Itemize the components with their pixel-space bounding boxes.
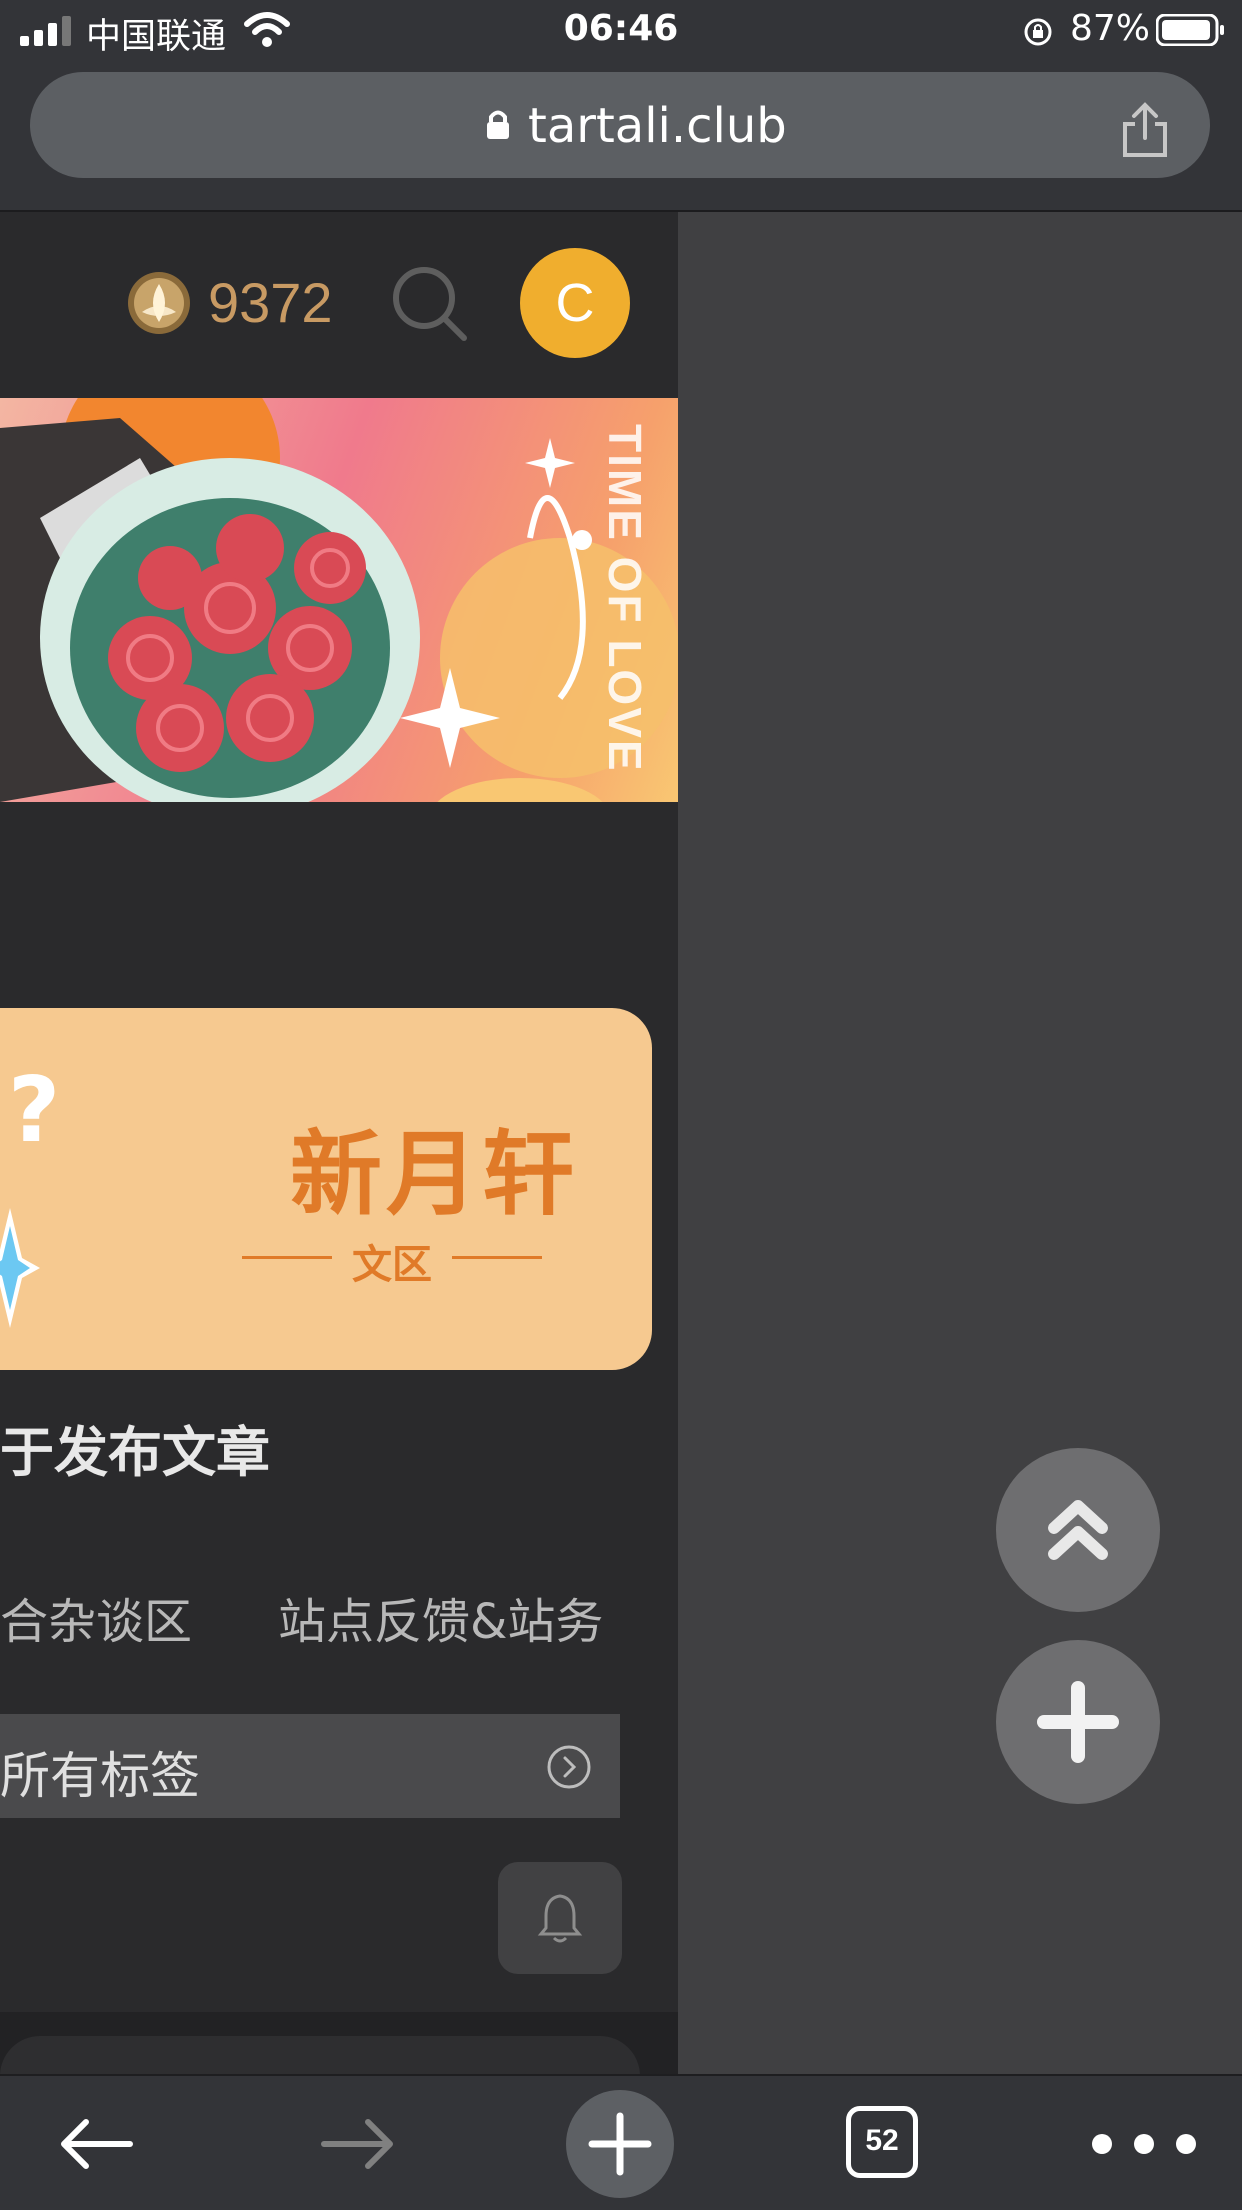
- status-bar: 中国联通 06:46 87%: [0, 0, 1242, 62]
- coin-count: 9372: [208, 271, 333, 334]
- plus-icon: [1037, 1681, 1119, 1763]
- banner-caption: TIME OF LOVE: [599, 424, 651, 773]
- scroll-to-top-button[interactable]: [996, 1448, 1160, 1612]
- double-chevron-up-icon: [1048, 1500, 1108, 1560]
- new-tab-button[interactable]: [566, 2090, 674, 2198]
- browser-address-area: tartali.club: [0, 62, 1242, 212]
- back-arrow-icon[interactable]: [56, 2114, 136, 2174]
- section-card[interactable]: ? 新月轩 文区: [0, 1008, 652, 1370]
- url-bar[interactable]: tartali.club: [30, 72, 1210, 178]
- sparkle-icon: [0, 1208, 40, 1328]
- banner-illustration: [0, 398, 678, 802]
- all-tags-button[interactable]: 所有标签: [0, 1714, 620, 1818]
- battery-percent: 87%: [1070, 8, 1151, 49]
- bell-icon: [537, 1894, 583, 1943]
- search-icon[interactable]: [390, 264, 470, 344]
- add-post-button[interactable]: [996, 1640, 1160, 1804]
- site-header: 9372 C: [0, 212, 678, 398]
- forward-arrow-icon[interactable]: [318, 2114, 398, 2174]
- rotation-lock-icon: [1024, 18, 1052, 46]
- clock: 06:46: [563, 8, 679, 49]
- more-icon[interactable]: [1084, 2132, 1204, 2156]
- card-title: 新月轩: [290, 1121, 579, 1228]
- category-tab[interactable]: 合杂谈区: [0, 1582, 192, 1652]
- card-question-mark: ?: [8, 1058, 61, 1163]
- notification-button[interactable]: [498, 1862, 622, 1974]
- lock-icon: [487, 110, 509, 139]
- avatar[interactable]: C: [520, 248, 630, 358]
- tabs-button[interactable]: 52: [846, 2106, 918, 2178]
- url-text: tartali.club: [528, 98, 787, 154]
- browser-toolbar: 52: [0, 2074, 1242, 2210]
- chevron-right-circle-icon: [547, 1745, 591, 1789]
- section-heading: 于发布文章: [0, 1421, 270, 1484]
- card-subtitle: 文区: [242, 1228, 542, 1288]
- list-item[interactable]: [0, 2036, 640, 2074]
- banner-image[interactable]: TIME OF LOVE: [0, 398, 678, 802]
- plus-icon: [588, 2112, 652, 2176]
- category-tab[interactable]: 站点反馈&站务: [278, 1582, 603, 1652]
- all-tags-label: 所有标签: [0, 1747, 200, 1805]
- divider: [452, 1256, 542, 1259]
- battery-icon: [1156, 14, 1224, 46]
- divider: [242, 1256, 332, 1259]
- coin-icon: [128, 272, 190, 334]
- web-content: 9372 C TIME OF LOVE ? 新月轩 文区 于发布文章 合杂谈区 …: [0, 212, 678, 2074]
- share-icon[interactable]: [1120, 102, 1170, 158]
